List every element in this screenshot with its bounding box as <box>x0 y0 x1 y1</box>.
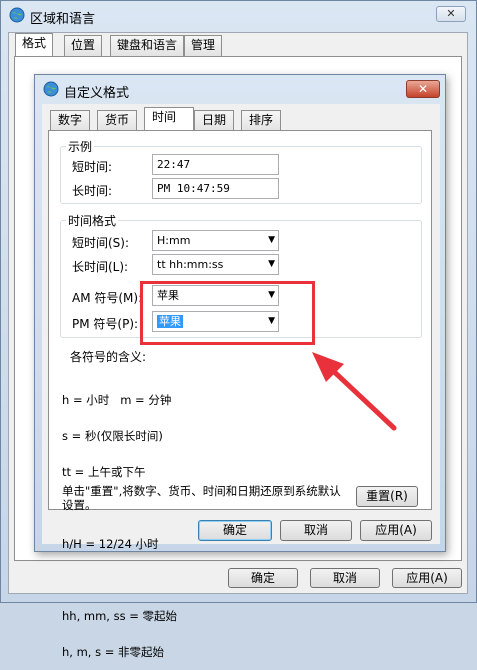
short-time-example-field: 22:47 <box>152 154 279 175</box>
globe-icon <box>9 7 25 23</box>
close-icon[interactable]: ✕ <box>406 80 440 98</box>
reset-button[interactable]: 重置(R) <box>356 486 418 507</box>
tab-administrative[interactable]: 管理 <box>184 35 223 56</box>
dialog-title: 自定义格式 <box>64 86 130 101</box>
long-time-value: tt hh:mm:ss <box>157 258 224 271</box>
symbols-meaning-title: 各符号的含义: <box>70 350 147 364</box>
outer-ok-button[interactable]: 确定 <box>228 568 298 588</box>
chevron-down-icon: ▼ <box>268 259 275 269</box>
long-time-example-field: PM 10:47:59 <box>152 178 279 199</box>
tab-location[interactable]: 位置 <box>64 35 103 56</box>
globe-icon <box>43 81 59 97</box>
meaning-line <box>62 574 177 586</box>
window-title: 区域和语言 <box>30 12 96 27</box>
am-symbol-label: AM 符号(M): <box>72 291 143 305</box>
inner-ok-button[interactable]: 确定 <box>198 520 272 541</box>
short-time-example-label: 短时间: <box>72 160 113 174</box>
outer-cancel-button[interactable]: 取消 <box>310 568 380 588</box>
outer-apply-button[interactable]: 应用(A) <box>392 568 462 588</box>
meaning-line: s = 秒(仅限长时间) <box>62 429 163 443</box>
long-time-label: 长时间(L): <box>72 260 129 274</box>
chevron-down-icon: ▼ <box>268 235 275 245</box>
tab-sorting[interactable]: 排序 <box>241 110 282 131</box>
pm-symbol-label: PM 符号(P): <box>72 317 139 331</box>
example-group-title: 示例 <box>66 138 95 155</box>
highlight-box <box>140 281 315 345</box>
close-icon[interactable]: ✕ <box>436 6 466 22</box>
symbols-meaning-list: h = 小时 m = 分钟 s = 秒(仅限长时间) tt = 上午或下午 h/… <box>62 370 177 670</box>
tab-formats[interactable]: 格式 <box>15 33 54 57</box>
meaning-line: h/H = 12/24 小时 <box>62 537 159 551</box>
meaning-line: h, m, s = 非零起始 <box>62 645 165 659</box>
meaning-line: tt = 上午或下午 <box>62 465 146 479</box>
tab-numbers[interactable]: 数字 <box>50 110 91 131</box>
inner-cancel-button[interactable]: 取消 <box>280 520 352 541</box>
long-time-example-label: 长时间: <box>72 184 113 198</box>
inner-apply-button[interactable]: 应用(A) <box>360 520 432 541</box>
short-time-label: 短时间(S): <box>72 236 130 250</box>
short-time-value: H:mm <box>157 234 191 247</box>
tab-date[interactable]: 日期 <box>194 110 235 131</box>
reset-description: 单击"重置",将数字、货币、时间和日期还原到系统默认设置。 <box>62 484 341 512</box>
tab-currency[interactable]: 货币 <box>97 110 138 131</box>
meaning-line: h = 小时 m = 分钟 <box>62 393 172 407</box>
short-time-combo[interactable]: H:mm ▼ <box>152 230 279 251</box>
arrow-icon <box>312 352 397 431</box>
time-formats-group-title: 时间格式 <box>66 212 119 229</box>
tab-keyboards[interactable]: 键盘和语言 <box>110 35 185 56</box>
meaning-line: hh, mm, ss = 零起始 <box>62 609 178 623</box>
tab-time[interactable]: 时间 <box>144 107 194 131</box>
long-time-combo[interactable]: tt hh:mm:ss ▼ <box>152 254 279 275</box>
